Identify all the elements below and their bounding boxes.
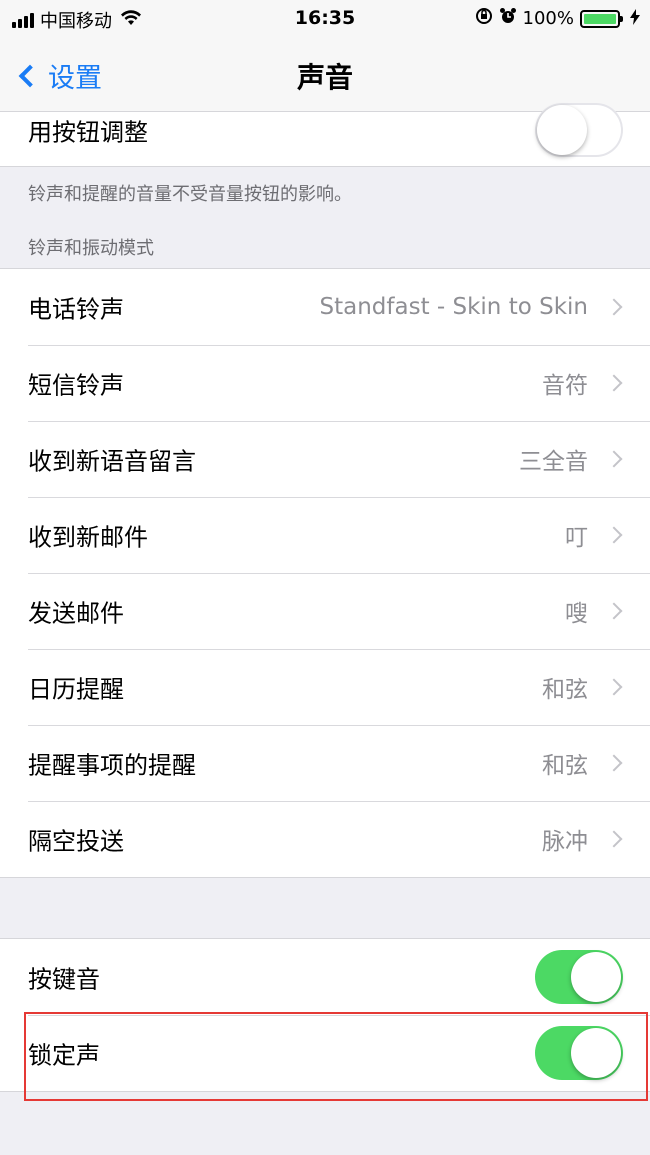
keyboard-clicks-row: 按键音 [0,939,650,1015]
chevron-right-icon [605,298,623,316]
chevron-right-icon [605,374,623,392]
sound-row[interactable]: 短信铃声 音符 [0,345,650,421]
sound-row-value: 和弦 [542,753,588,779]
lock-sound-toggle[interactable] [535,1026,623,1080]
sound-row-label: 提醒事项的提醒 [28,751,196,780]
sound-row-label: 发送邮件 [28,599,124,628]
keyboard-lock-sounds-group: 按键音 锁定声 [0,938,650,1092]
sounds-settings-screen: 中国移动 16:35 100% 设置 声音 用按钮调整 铃声和提醒的音量不受音量… [0,0,650,1155]
sound-row-value: Standfast - Skin to Skin [319,294,589,320]
status-bar: 中国移动 16:35 100% [0,0,650,38]
sound-row-value: 嗖 [565,601,588,627]
sound-row-label: 电话铃声 [28,295,124,324]
chevron-right-icon [605,526,623,544]
charging-icon [630,8,640,29]
ringtone-section-header: 铃声和振动模式 [28,238,154,259]
sound-row[interactable]: 收到新邮件 叮 [0,497,650,573]
chevron-right-icon [605,754,623,772]
status-right: 100% [475,7,640,30]
sound-row[interactable]: 隔空投送 脉冲 [0,801,650,877]
sound-row[interactable]: 日历提醒 和弦 [0,649,650,725]
sound-row-label: 短信铃声 [28,371,124,400]
battery-percent: 100% [522,8,574,29]
sound-row-label: 收到新邮件 [28,523,148,552]
chevron-right-icon [605,830,623,848]
chevron-right-icon [605,602,623,620]
adjust-with-buttons-row: 用按钮调整 [0,103,650,167]
sound-row[interactable]: 提醒事项的提醒 和弦 [0,725,650,801]
page-title: 声音 [296,61,353,94]
sound-row-label: 隔空投送 [28,827,124,856]
adjust-footer-note: 铃声和提醒的音量不受音量按钮的影响。 [28,184,352,205]
sound-row-value: 和弦 [542,677,588,703]
battery-level [584,13,616,24]
sound-row[interactable]: 收到新语音留言 三全音 [0,421,650,497]
alarm-icon [499,7,517,30]
chevron-right-icon [605,678,623,696]
sound-row[interactable]: 发送邮件 嗖 [0,573,650,649]
adjust-with-buttons-group: 用按钮调整 [0,103,650,167]
lock-sound-row: 锁定声 [0,1015,650,1091]
navigation-bar: 设置 声音 [0,38,650,112]
chevron-right-icon [605,450,623,468]
toggle-row-label: 按键音 [28,965,100,994]
adjust-with-buttons-label: 用按钮调整 [28,118,148,147]
battery-icon [580,9,623,28]
sound-row-value: 音符 [542,373,588,399]
sound-row-value: 三全音 [519,449,588,475]
sound-row-value: 脉冲 [542,829,588,855]
sound-row-value: 叮 [565,525,588,551]
sounds-list: 电话铃声 Standfast - Skin to Skin 短信铃声 音符收到新语音留… [0,268,650,878]
adjust-with-buttons-toggle[interactable] [535,103,623,157]
sound-row-label: 日历提醒 [28,675,124,704]
orientation-lock-icon [475,7,493,30]
toggle-row-label: 锁定声 [28,1041,100,1070]
sound-row-label: 收到新语音留言 [28,447,196,476]
keyboard-clicks-toggle[interactable] [535,950,623,1004]
sound-row[interactable]: 电话铃声 Standfast - Skin to Skin [0,269,650,345]
